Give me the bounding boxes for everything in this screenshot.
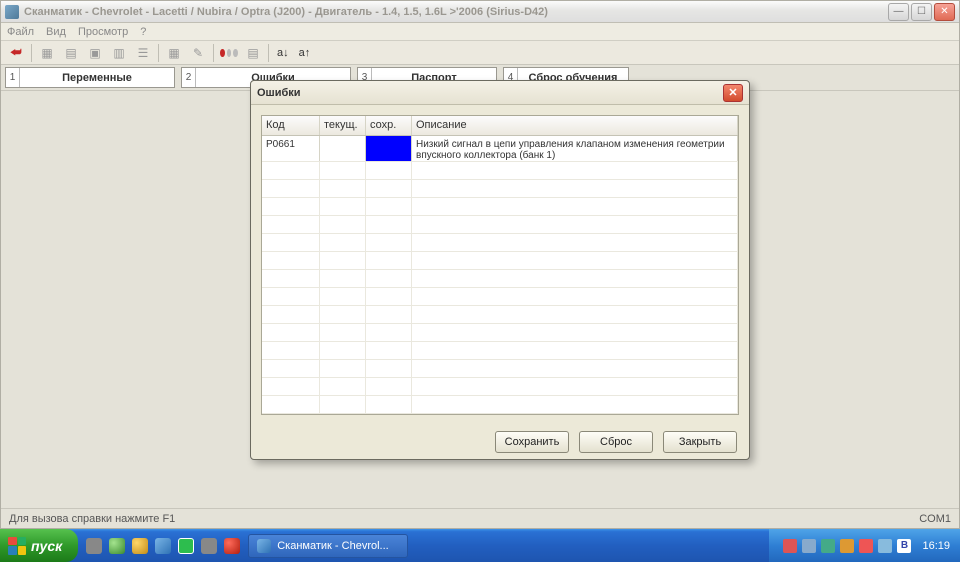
toolbar-icon-4[interactable]: ▥ — [110, 44, 128, 62]
system-tray: B 16:19 — [769, 529, 960, 562]
dialog-close-button[interactable]: ✕ — [723, 84, 743, 102]
toolbar-icon-8[interactable]: ▤ — [244, 44, 262, 62]
col-code[interactable]: Код — [262, 116, 320, 135]
cell-description: Низкий сигнал в цепи управления клапаном… — [412, 136, 738, 161]
tray-icon-5[interactable] — [859, 539, 873, 553]
grid-header: Код текущ. сохр. Описание — [262, 116, 738, 136]
window-buttons: — ☐ ✕ — [888, 3, 955, 21]
dialog-buttons: Сохранить Сброс Закрыть — [251, 425, 749, 459]
windows-logo-icon — [8, 537, 26, 555]
ql-icon-opera[interactable] — [224, 538, 240, 554]
separator — [31, 44, 32, 62]
window-title: Сканматик - Chevrolet - Lacetti / Nubira… — [24, 6, 888, 18]
toolbar-icon-7[interactable]: ✎ — [189, 44, 207, 62]
cell-saved — [366, 136, 412, 161]
status-port: COM1 — [919, 513, 951, 525]
tab-number: 2 — [182, 68, 196, 87]
tab-number: 1 — [6, 68, 20, 87]
cell-current — [320, 136, 366, 161]
app-icon — [5, 5, 19, 19]
separator — [213, 44, 214, 62]
ql-icon-4[interactable] — [155, 538, 171, 554]
separator — [158, 44, 159, 62]
quick-launch — [86, 538, 240, 554]
tray-icon-2[interactable] — [802, 539, 816, 553]
table-row-empty — [262, 252, 738, 270]
menu-help[interactable]: ? — [140, 26, 146, 38]
tray-icon-3[interactable] — [821, 539, 835, 553]
reset-button[interactable]: Сброс — [579, 431, 653, 453]
table-row-empty — [262, 342, 738, 360]
close-button[interactable]: ✕ — [934, 3, 955, 21]
toolbar: ⮨ ▦ ▤ ▣ ▥ ☰ ▦ ✎ ▤ a↓ a↑ — [1, 41, 959, 65]
font-inc-button[interactable]: a↑ — [297, 44, 313, 62]
col-description[interactable]: Описание — [412, 116, 738, 135]
col-current[interactable]: текущ. — [320, 116, 366, 135]
tab-label: Переменные — [20, 68, 174, 87]
app-task-icon — [257, 539, 271, 553]
tab-variables[interactable]: 1 Переменные — [5, 67, 175, 88]
table-row-empty — [262, 378, 738, 396]
taskbar-app-label: Сканматик - Chevrol... — [277, 540, 388, 552]
save-button[interactable]: Сохранить — [495, 431, 569, 453]
close-dialog-button[interactable]: Закрыть — [663, 431, 737, 453]
table-row-empty — [262, 180, 738, 198]
ql-icon-2[interactable] — [109, 538, 125, 554]
maximize-button[interactable]: ☐ — [911, 3, 932, 21]
dialog-title-bar: Ошибки ✕ — [251, 81, 749, 105]
table-row-empty — [262, 324, 738, 342]
language-indicator[interactable]: B — [897, 539, 911, 553]
tray-icon-6[interactable] — [878, 539, 892, 553]
menu-view[interactable]: Вид — [46, 26, 66, 38]
col-saved[interactable]: сохр. — [366, 116, 412, 135]
toolbar-icon-5[interactable]: ☰ — [134, 44, 152, 62]
ql-icon-3[interactable] — [132, 538, 148, 554]
toolbar-icon-2[interactable]: ▤ — [62, 44, 80, 62]
table-row-empty — [262, 216, 738, 234]
clock[interactable]: 16:19 — [922, 540, 950, 552]
table-row-empty — [262, 234, 738, 252]
errors-dialog: Ошибки ✕ Код текущ. сохр. Описание P0661… — [250, 80, 750, 460]
table-row-empty — [262, 288, 738, 306]
dialog-title: Ошибки — [257, 87, 723, 99]
table-row[interactable]: P0661 Низкий сигнал в цепи управления кл… — [262, 136, 738, 162]
dialog-body: Код текущ. сохр. Описание P0661 Низкий с… — [261, 115, 739, 415]
grid-rows: P0661 Низкий сигнал в цепи управления кл… — [262, 136, 738, 414]
separator — [268, 44, 269, 62]
record-icons[interactable] — [220, 44, 238, 62]
table-row-empty — [262, 162, 738, 180]
cell-code: P0661 — [262, 136, 320, 161]
menu-file[interactable]: Файл — [7, 26, 34, 38]
menu-bar: Файл Вид Просмотр ? — [1, 23, 959, 41]
toolbar-icon-3[interactable]: ▣ — [86, 44, 104, 62]
ql-icon-6[interactable] — [201, 538, 217, 554]
tray-icon-4[interactable] — [840, 539, 854, 553]
tray-icon-1[interactable] — [783, 539, 797, 553]
menu-watch[interactable]: Просмотр — [78, 26, 128, 38]
taskbar: пуск Сканматик - Chevrol... B 16:19 — [0, 529, 960, 562]
start-label: пуск — [31, 538, 62, 554]
ql-icon-1[interactable] — [86, 538, 102, 554]
font-dec-button[interactable]: a↓ — [275, 44, 291, 62]
table-row-empty — [262, 396, 738, 414]
table-row-empty — [262, 360, 738, 378]
taskbar-app-button[interactable]: Сканматик - Chevrol... — [248, 534, 408, 558]
title-bar: Сканматик - Chevrolet - Lacetti / Nubira… — [1, 1, 959, 23]
minimize-button[interactable]: — — [888, 3, 909, 21]
start-button[interactable]: пуск — [0, 529, 78, 562]
table-row-empty — [262, 198, 738, 216]
status-help: Для вызова справки нажмите F1 — [9, 513, 175, 525]
back-icon[interactable]: ⮨ — [7, 44, 25, 62]
toolbar-icon-6[interactable]: ▦ — [165, 44, 183, 62]
table-row-empty — [262, 306, 738, 324]
toolbar-icon-1[interactable]: ▦ — [38, 44, 56, 62]
status-bar: Для вызова справки нажмите F1 COM1 — [1, 508, 959, 528]
table-row-empty — [262, 270, 738, 288]
ql-icon-5[interactable] — [178, 538, 194, 554]
